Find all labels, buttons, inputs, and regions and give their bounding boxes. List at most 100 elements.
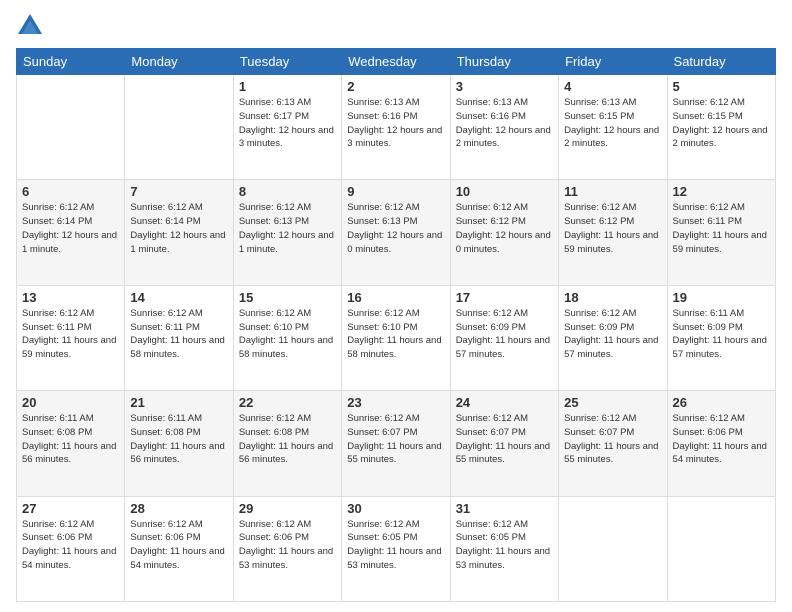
day-number: 12 xyxy=(673,184,770,199)
day-info: Sunrise: 6:13 AM Sunset: 6:16 PM Dayligh… xyxy=(456,96,553,151)
day-info: Sunrise: 6:12 AM Sunset: 6:06 PM Dayligh… xyxy=(673,412,770,467)
day-number: 5 xyxy=(673,79,770,94)
day-info: Sunrise: 6:12 AM Sunset: 6:07 PM Dayligh… xyxy=(456,412,553,467)
day-number: 10 xyxy=(456,184,553,199)
day-number: 14 xyxy=(130,290,227,305)
day-cell: 18Sunrise: 6:12 AM Sunset: 6:09 PM Dayli… xyxy=(559,285,667,390)
day-info: Sunrise: 6:12 AM Sunset: 6:14 PM Dayligh… xyxy=(130,201,227,256)
day-number: 9 xyxy=(347,184,444,199)
day-info: Sunrise: 6:12 AM Sunset: 6:13 PM Dayligh… xyxy=(239,201,336,256)
day-cell: 24 Sunrise: 6:12 AM Sunset: 6:07 PM Dayli… xyxy=(450,391,558,496)
day-info: Sunrise: 6:12 AM Sunset: 6:06 PM Dayligh… xyxy=(130,518,227,573)
day-cell: 12 Sunrise: 6:12 AM Sunset: 6:11 PM Dayli… xyxy=(667,180,775,285)
day-header: Friday xyxy=(559,49,667,75)
day-number: 28 xyxy=(130,501,227,516)
day-info: Sunrise: 6:12 AM Sunset: 6:12 PM Dayligh… xyxy=(564,201,661,256)
day-info: Sunrise: 6:12 AM Sunset: 6:14 PM Dayligh… xyxy=(22,201,119,256)
day-cell xyxy=(125,75,233,180)
day-number: 22 xyxy=(239,395,336,410)
day-cell: 14 Sunrise: 6:12 AM Sunset: 6:11 PM Dayli… xyxy=(125,285,233,390)
day-info: Sunrise: 6:13 AM Sunset: 6:15 PM Dayligh… xyxy=(564,96,661,151)
day-number: 1 xyxy=(239,79,336,94)
day-info: Sunrise: 6:12 AM Sunset: 6:10 PM Dayligh… xyxy=(347,307,444,362)
day-cell: 19 Sunrise: 6:11 AM Sunset: 6:09 PM Dayli… xyxy=(667,285,775,390)
day-number: 23 xyxy=(347,395,444,410)
day-number: 20 xyxy=(22,395,119,410)
logo xyxy=(16,12,48,40)
day-cell: 10 Sunrise: 6:12 AM Sunset: 6:12 PM Dayli… xyxy=(450,180,558,285)
day-number: 13 xyxy=(22,290,119,305)
day-info: Sunrise: 6:12 AM Sunset: 6:11 PM Dayligh… xyxy=(130,307,227,362)
day-cell: 11 Sunrise: 6:12 AM Sunset: 6:12 PM Dayli… xyxy=(559,180,667,285)
day-number: 17 xyxy=(456,290,553,305)
day-cell: 7 Sunrise: 6:12 AM Sunset: 6:14 PM Daylig… xyxy=(125,180,233,285)
day-info: Sunrise: 6:12 AM Sunset: 6:06 PM Dayligh… xyxy=(239,518,336,573)
day-cell xyxy=(667,496,775,601)
day-info: Sunrise: 6:12 AM Sunset: 6:12 PM Dayligh… xyxy=(456,201,553,256)
day-cell: 3 Sunrise: 6:13 AM Sunset: 6:16 PM Daylig… xyxy=(450,75,558,180)
day-header: Saturday xyxy=(667,49,775,75)
day-number: 25 xyxy=(564,395,661,410)
day-info: Sunrise: 6:12 AM Sunset: 6:07 PM Dayligh… xyxy=(347,412,444,467)
day-info: Sunrise: 6:13 AM Sunset: 6:16 PM Dayligh… xyxy=(347,96,444,151)
day-number: 8 xyxy=(239,184,336,199)
day-cell: 4 Sunrise: 6:13 AM Sunset: 6:15 PM Daylig… xyxy=(559,75,667,180)
day-info: Sunrise: 6:12 AM Sunset: 6:13 PM Dayligh… xyxy=(347,201,444,256)
day-cell: 8 Sunrise: 6:12 AM Sunset: 6:13 PM Daylig… xyxy=(233,180,341,285)
day-cell: 23 Sunrise: 6:12 AM Sunset: 6:07 PM Dayli… xyxy=(342,391,450,496)
day-cell xyxy=(17,75,125,180)
day-info: Sunrise: 6:11 AM Sunset: 6:08 PM Dayligh… xyxy=(130,412,227,467)
day-header: Monday xyxy=(125,49,233,75)
day-number: 2 xyxy=(347,79,444,94)
day-number: 6 xyxy=(22,184,119,199)
day-info: Sunrise: 6:12 AM Sunset: 6:05 PM Dayligh… xyxy=(347,518,444,573)
day-cell: 15Sunrise: 6:12 AM Sunset: 6:10 PM Dayli… xyxy=(233,285,341,390)
day-number: 18 xyxy=(564,290,661,305)
day-number: 16 xyxy=(347,290,444,305)
day-cell: 22Sunrise: 6:12 AM Sunset: 6:08 PM Dayli… xyxy=(233,391,341,496)
day-cell: 5 Sunrise: 6:12 AM Sunset: 6:15 PM Daylig… xyxy=(667,75,775,180)
day-cell: 16 Sunrise: 6:12 AM Sunset: 6:10 PM Dayli… xyxy=(342,285,450,390)
day-cell: 27 Sunrise: 6:12 AM Sunset: 6:06 PM Dayli… xyxy=(17,496,125,601)
day-cell: 9 Sunrise: 6:12 AM Sunset: 6:13 PM Daylig… xyxy=(342,180,450,285)
day-number: 30 xyxy=(347,501,444,516)
day-cell: 20 Sunrise: 6:11 AM Sunset: 6:08 PM Dayli… xyxy=(17,391,125,496)
day-header: Thursday xyxy=(450,49,558,75)
week-row: 27 Sunrise: 6:12 AM Sunset: 6:06 PM Dayli… xyxy=(17,496,776,601)
day-number: 19 xyxy=(673,290,770,305)
header xyxy=(16,12,776,40)
day-header: Tuesday xyxy=(233,49,341,75)
day-number: 11 xyxy=(564,184,661,199)
day-header: Sunday xyxy=(17,49,125,75)
week-row: 13 Sunrise: 6:12 AM Sunset: 6:11 PM Dayli… xyxy=(17,285,776,390)
logo-icon xyxy=(16,12,44,40)
day-number: 31 xyxy=(456,501,553,516)
week-row: 1 Sunrise: 6:13 AM Sunset: 6:17 PM Daylig… xyxy=(17,75,776,180)
day-info: Sunrise: 6:12 AM Sunset: 6:06 PM Dayligh… xyxy=(22,518,119,573)
day-cell: 2 Sunrise: 6:13 AM Sunset: 6:16 PM Daylig… xyxy=(342,75,450,180)
day-number: 21 xyxy=(130,395,227,410)
day-info: Sunrise: 6:11 AM Sunset: 6:08 PM Dayligh… xyxy=(22,412,119,467)
day-info: Sunrise: 6:12 AM Sunset: 6:11 PM Dayligh… xyxy=(22,307,119,362)
header-row: SundayMondayTuesdayWednesdayThursdayFrid… xyxy=(17,49,776,75)
day-cell: 30 Sunrise: 6:12 AM Sunset: 6:05 PM Dayli… xyxy=(342,496,450,601)
day-number: 3 xyxy=(456,79,553,94)
day-number: 4 xyxy=(564,79,661,94)
day-info: Sunrise: 6:13 AM Sunset: 6:17 PM Dayligh… xyxy=(239,96,336,151)
day-info: Sunrise: 6:11 AM Sunset: 6:09 PM Dayligh… xyxy=(673,307,770,362)
day-cell: 17 Sunrise: 6:12 AM Sunset: 6:09 PM Dayli… xyxy=(450,285,558,390)
week-row: 20 Sunrise: 6:11 AM Sunset: 6:08 PM Dayli… xyxy=(17,391,776,496)
day-info: Sunrise: 6:12 AM Sunset: 6:09 PM Dayligh… xyxy=(456,307,553,362)
day-cell: 29Sunrise: 6:12 AM Sunset: 6:06 PM Dayli… xyxy=(233,496,341,601)
day-info: Sunrise: 6:12 AM Sunset: 6:05 PM Dayligh… xyxy=(456,518,553,573)
day-info: Sunrise: 6:12 AM Sunset: 6:15 PM Dayligh… xyxy=(673,96,770,151)
day-info: Sunrise: 6:12 AM Sunset: 6:11 PM Dayligh… xyxy=(673,201,770,256)
day-cell: 31 Sunrise: 6:12 AM Sunset: 6:05 PM Dayli… xyxy=(450,496,558,601)
day-number: 7 xyxy=(130,184,227,199)
day-cell: 6 Sunrise: 6:12 AM Sunset: 6:14 PM Daylig… xyxy=(17,180,125,285)
day-cell: 21 Sunrise: 6:11 AM Sunset: 6:08 PM Dayli… xyxy=(125,391,233,496)
day-number: 24 xyxy=(456,395,553,410)
day-cell: 13 Sunrise: 6:12 AM Sunset: 6:11 PM Dayli… xyxy=(17,285,125,390)
day-cell: 25Sunrise: 6:12 AM Sunset: 6:07 PM Dayli… xyxy=(559,391,667,496)
day-number: 27 xyxy=(22,501,119,516)
